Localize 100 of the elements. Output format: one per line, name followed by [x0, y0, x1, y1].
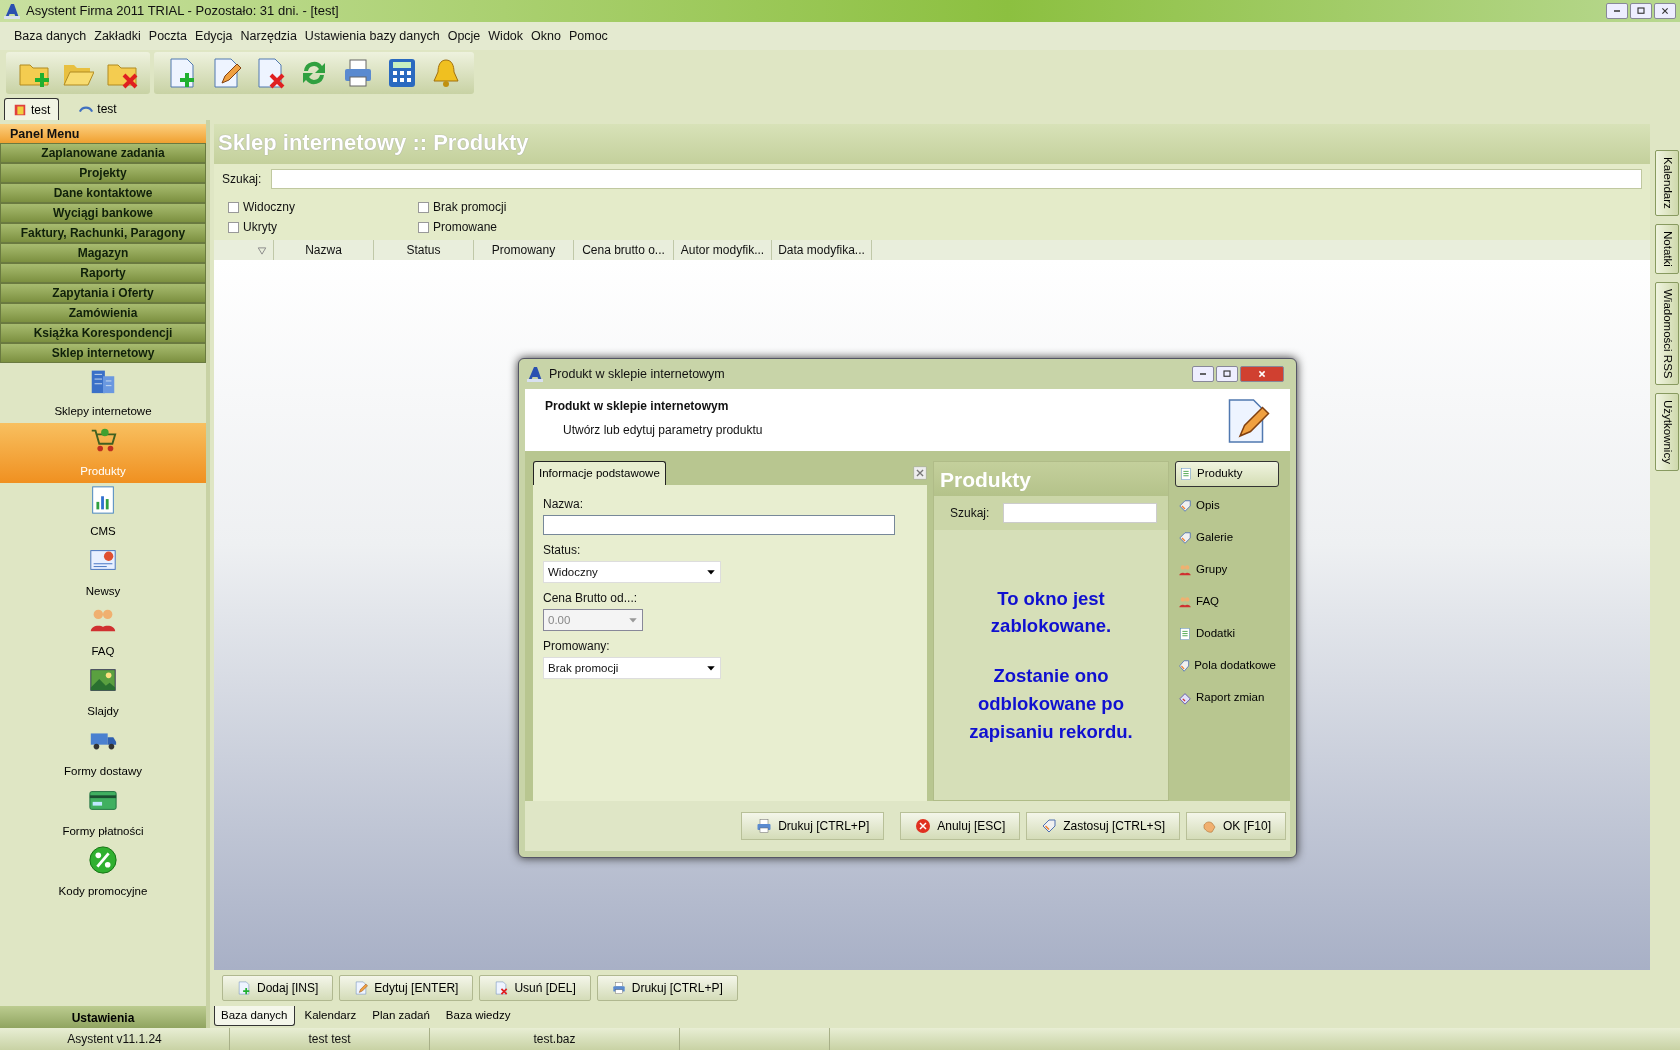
- side-tab[interactable]: Notatki: [1655, 223, 1679, 274]
- action-button[interactable]: Drukuj [CTRL+P]: [596, 975, 738, 1001]
- checkbox-label: Widoczny: [243, 199, 295, 216]
- people-icon: [1178, 563, 1192, 577]
- category-button[interactable]: Zamówienia: [0, 303, 206, 323]
- panel-item[interactable]: Slajdy: [0, 663, 206, 723]
- nav-item[interactable]: Galerie: [1175, 525, 1279, 551]
- list-icon: [1178, 627, 1192, 641]
- tag-icon: [1178, 499, 1192, 513]
- checkbox[interactable]: [228, 201, 239, 213]
- nav-item[interactable]: Produkty: [1175, 461, 1279, 487]
- document-tab[interactable]: test: [4, 98, 60, 120]
- checkbox[interactable]: [228, 221, 239, 233]
- category-button[interactable]: Faktury, Rachunki, Paragony: [0, 223, 206, 243]
- action-button[interactable]: Dodaj [INS]: [222, 975, 334, 1001]
- menu-item[interactable]: Baza danych: [14, 26, 87, 46]
- panel-item[interactable]: CMS: [0, 483, 206, 543]
- category-button[interactable]: Magazyn: [0, 243, 206, 263]
- minimize-button[interactable]: [1192, 366, 1214, 382]
- dialog-button[interactable]: Anuluj [ESC]: [900, 812, 1021, 840]
- text-field[interactable]: [543, 515, 895, 536]
- search-field[interactable]: [271, 169, 1642, 189]
- nav-item[interactable]: FAQ: [1175, 589, 1279, 615]
- search-label: Szukaj:: [222, 171, 262, 188]
- window-title: Asystent Firma 2011 TRIAL - Pozostało: 31 dni. - [test]: [26, 2, 339, 21]
- dropdown[interactable]: Brak promocji: [543, 657, 721, 680]
- action-button[interactable]: Edytuj [ENTER]: [339, 975, 474, 1001]
- maximize-icon: [1635, 5, 1647, 17]
- tag-icon: [1041, 818, 1058, 834]
- list-icon: [1179, 467, 1193, 481]
- checkbox[interactable]: [418, 201, 429, 213]
- report-icon: [1178, 691, 1192, 705]
- menu-item[interactable]: Widok: [488, 26, 524, 46]
- close-icon: [1659, 5, 1671, 17]
- minimize-button[interactable]: [1606, 3, 1628, 19]
- locked-message: To okno jest zablokowane.: [989, 586, 1113, 639]
- app-logo-icon: [4, 3, 20, 19]
- side-tab[interactable]: Użytkownicy: [1655, 393, 1679, 471]
- category-button[interactable]: Wyciągi bankowe: [0, 203, 206, 223]
- nav-item[interactable]: Raport zmian: [1175, 685, 1279, 711]
- bottom-tab[interactable]: Plan zadań: [366, 1006, 436, 1026]
- category-button[interactable]: Książka Korespondencji: [0, 323, 206, 343]
- app-logo-icon: [527, 366, 543, 382]
- checkbox[interactable]: [418, 221, 429, 233]
- side-tab[interactable]: Kalendarz: [1655, 150, 1679, 216]
- menu-item[interactable]: Pomoc: [568, 26, 608, 46]
- category-button[interactable]: Raporty: [0, 263, 206, 283]
- calculator-icon: [386, 57, 418, 89]
- people-icon: [1178, 595, 1192, 609]
- category-button[interactable]: Zaplanowane zadania: [0, 143, 206, 163]
- category-button[interactable]: Projekty: [0, 163, 206, 183]
- bottom-tab[interactable]: Kalendarz: [298, 1006, 363, 1026]
- dialog-button[interactable]: OK [F10]: [1185, 812, 1286, 840]
- field-label: Nazwa:: [543, 496, 584, 514]
- menu-item[interactable]: Okno: [531, 26, 561, 46]
- field-label: Status:: [543, 542, 582, 560]
- document-edit-icon: [354, 981, 369, 995]
- page-title: Sklep internetowy :: Produkty: [214, 124, 1650, 164]
- close-button[interactable]: [1654, 3, 1676, 19]
- checkbox-label: Ukryty: [243, 219, 277, 236]
- document-add-icon: [237, 981, 251, 995]
- search-label: Szukaj:: [950, 505, 990, 522]
- bottom-tab[interactable]: Baza danych: [214, 1006, 295, 1027]
- dialog-title: Produkt w sklepie internetowym: [549, 365, 725, 383]
- minimize-icon: [1611, 10, 1623, 12]
- panel-item[interactable]: Formy płatności: [0, 783, 206, 843]
- nav-item[interactable]: Opis: [1175, 493, 1279, 519]
- document-tab[interactable]: test: [71, 98, 125, 120]
- dialog-button[interactable]: Drukuj [CTRL+P]: [741, 812, 885, 840]
- category-button[interactable]: Zapytania i Oferty: [0, 283, 206, 303]
- settings-button[interactable]: Ustawienia: [0, 1006, 206, 1028]
- panel-item[interactable]: Formy dostawy: [0, 723, 206, 783]
- maximize-button[interactable]: [1630, 3, 1652, 19]
- minimize-icon: [1197, 373, 1209, 375]
- menu-item[interactable]: Opcje: [447, 26, 481, 46]
- side-tab[interactable]: Wiadomości RSS: [1655, 281, 1679, 386]
- panel-item[interactable]: Sklepy internetowe: [0, 363, 206, 423]
- action-button[interactable]: Usuń [DEL]: [479, 975, 591, 1001]
- dropdown[interactable]: Widoczny: [543, 561, 721, 584]
- menu-item[interactable]: Edycja: [195, 26, 233, 46]
- document-delete-icon: [494, 981, 509, 995]
- category-button[interactable]: Dane kontaktowe: [0, 183, 206, 203]
- maximize-button[interactable]: [1216, 366, 1238, 382]
- category-button[interactable]: Sklep internetowy: [0, 343, 206, 363]
- panel-item[interactable]: Newsy: [0, 543, 206, 603]
- menu-item[interactable]: Ustawienia bazy danych: [304, 26, 440, 46]
- form-tab[interactable]: Informacje podstawowe: [533, 461, 666, 486]
- filter-icon: [257, 245, 267, 256]
- menu-item[interactable]: Narzędzia: [240, 26, 297, 46]
- tag-icon: [1178, 531, 1192, 545]
- dialog-button[interactable]: Zastosuj [CTRL+S]: [1026, 812, 1180, 840]
- nav-item[interactable]: Dodatki: [1175, 621, 1279, 647]
- panel-item[interactable]: Kody promocyjne: [0, 843, 206, 903]
- bottom-tab[interactable]: Baza wiedzy: [439, 1006, 517, 1026]
- dialog-heading: Produkt w sklepie internetowym: [545, 398, 730, 415]
- panel-item[interactable]: FAQ: [0, 603, 206, 663]
- menu-item[interactable]: Zakładki: [94, 26, 141, 46]
- nav-item[interactable]: Pola dodatkowe: [1175, 653, 1279, 679]
- nav-item[interactable]: Grupy: [1175, 557, 1279, 583]
- menu-item[interactable]: Poczta: [148, 26, 188, 46]
